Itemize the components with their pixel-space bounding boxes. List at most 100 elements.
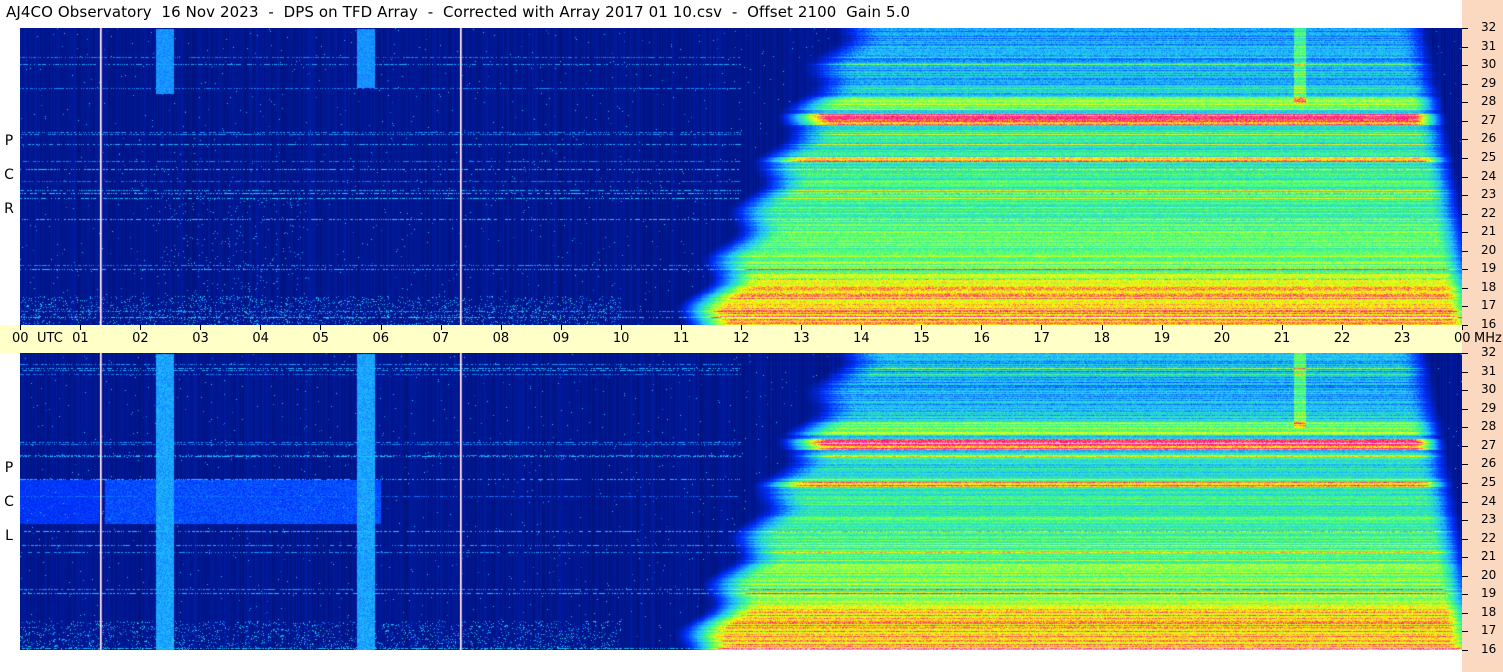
lcp-y-tick-mark-32 xyxy=(1462,353,1468,354)
x-tick-mark-11 xyxy=(680,325,682,330)
rcp-y-tick-mark-29 xyxy=(1462,83,1468,85)
rcp-y-tick-mark-28 xyxy=(1462,102,1468,104)
rcp-y-tick-label-23: 23 xyxy=(1481,187,1497,202)
rcp-y-tick-mark-16 xyxy=(1462,325,1468,326)
x-tick-label-4: 04 xyxy=(252,331,269,346)
rcp-y-tick-label-26: 26 xyxy=(1481,131,1497,146)
x-tick-mark-3 xyxy=(200,325,202,330)
x-tick-label-14: 14 xyxy=(853,331,870,346)
rcp-y-tick-mark-21 xyxy=(1462,232,1468,234)
lcp-y-tick-mark-20 xyxy=(1462,575,1468,577)
x-tick-label-12: 12 xyxy=(733,331,750,346)
lcp-y-tick-label-21: 21 xyxy=(1481,549,1497,564)
x-tick-label-16: 16 xyxy=(973,331,990,346)
lcp-y-tick-mark-29 xyxy=(1462,408,1468,410)
rcp-y-tick-mark-20 xyxy=(1462,250,1468,252)
spectrogram-rcp xyxy=(20,28,1462,325)
x-tick-label-9: 09 xyxy=(552,331,570,346)
x-tick-label-0: 00 xyxy=(12,331,29,346)
lcp-y-tick-mark-24 xyxy=(1462,501,1468,503)
spectrogram-rcp-canvas xyxy=(20,28,1462,325)
rcp-y-tick-mark-27 xyxy=(1462,120,1468,122)
lcp-y-tick-label-24: 24 xyxy=(1481,493,1497,508)
x-tick-mark-23 xyxy=(1401,325,1403,330)
lcp-y-tick-mark-23 xyxy=(1462,520,1468,522)
rcp-y-tick-label-25: 25 xyxy=(1481,149,1497,164)
pol-label-lcp-3: L xyxy=(5,528,13,544)
x-tick-mark-22 xyxy=(1341,325,1343,330)
rcp-y-tick-label-18: 18 xyxy=(1481,279,1497,294)
rcp-y-tick-mark-30 xyxy=(1462,65,1468,67)
rcp-y-tick-label-27: 27 xyxy=(1481,112,1497,127)
rcp-y-tick-mark-19 xyxy=(1462,269,1468,271)
rcp-y-tick-mark-25 xyxy=(1462,157,1468,159)
x-tick-mark-15 xyxy=(921,325,923,330)
x-tick-mark-9 xyxy=(560,325,562,330)
lcp-y-tick-label-23: 23 xyxy=(1481,512,1497,527)
rcp-y-tick-label-21: 21 xyxy=(1481,224,1497,239)
x-tick-mark-21 xyxy=(1281,325,1283,330)
rcp-y-tick-label-32: 32 xyxy=(1481,20,1497,34)
x-tick-mark-6 xyxy=(380,325,382,330)
lcp-y-tick-label-27: 27 xyxy=(1481,437,1497,452)
x-tick-mark-7 xyxy=(440,325,442,330)
x-tick-mark-17 xyxy=(1041,325,1043,330)
rcp-y-tick-label-19: 19 xyxy=(1481,261,1497,276)
lcp-y-tick-mark-26 xyxy=(1462,464,1468,466)
lcp-y-tick-mark-30 xyxy=(1462,390,1468,392)
x-tick-label-7: 07 xyxy=(432,331,450,346)
x-tick-label-22: 22 xyxy=(1333,331,1351,346)
lcp-y-tick-mark-19 xyxy=(1462,594,1468,596)
x-tick-label-24: 00 xyxy=(1454,331,1471,346)
x-tick-label-18: 18 xyxy=(1093,331,1111,346)
rcp-y-tick-label-20: 20 xyxy=(1481,242,1497,257)
lcp-y-tick-label-16: 16 xyxy=(1481,642,1497,656)
rcp-y-tick-mark-32 xyxy=(1462,28,1468,29)
lcp-y-tick-label-26: 26 xyxy=(1481,456,1497,471)
rcp-y-tick-mark-22 xyxy=(1462,213,1468,215)
pol-label-lcp-1: P xyxy=(4,460,14,476)
x-tick-label-21: 21 xyxy=(1273,331,1291,346)
x-tick-label-2: 02 xyxy=(132,331,149,346)
rcp-y-tick-label-17: 17 xyxy=(1481,298,1497,313)
lcp-y-tick-label-17: 17 xyxy=(1481,623,1497,638)
x-tick-mark-5 xyxy=(320,325,322,330)
rcp-y-tick-label-31: 31 xyxy=(1481,38,1497,53)
x-tick-mark-20 xyxy=(1221,325,1223,330)
x-tick-label-6: 06 xyxy=(372,331,390,346)
pol-label-rcp-2: C xyxy=(4,167,14,183)
spectrogram-lcp xyxy=(20,353,1462,650)
x-tick-mark-10 xyxy=(620,325,622,330)
rcp-y-tick-label-22: 22 xyxy=(1481,205,1497,220)
rcp-y-tick-mark-31 xyxy=(1462,46,1468,48)
lcp-y-tick-mark-28 xyxy=(1462,427,1468,429)
x-tick-mark-8 xyxy=(500,325,502,330)
pol-label-rcp-3: R xyxy=(4,201,14,217)
lcp-y-tick-label-30: 30 xyxy=(1481,382,1497,397)
x-tick-label-15: 15 xyxy=(913,331,930,346)
lcp-y-tick-label-28: 28 xyxy=(1481,419,1497,434)
x-tick-label-10: 10 xyxy=(612,331,630,346)
rcp-y-tick-label-29: 29 xyxy=(1481,75,1497,90)
x-tick-mark-0 xyxy=(20,325,21,330)
x-tick-mark-19 xyxy=(1161,325,1163,330)
x-tick-mark-13 xyxy=(801,325,803,330)
x-tick-label-17: 17 xyxy=(1033,331,1050,346)
x-axis-label: UTC xyxy=(37,331,63,346)
x-tick-label-3: 03 xyxy=(192,331,209,346)
rcp-y-tick-mark-18 xyxy=(1462,287,1468,289)
lcp-y-tick-mark-31 xyxy=(1462,371,1468,373)
rcp-y-tick-label-28: 28 xyxy=(1481,94,1497,109)
lcp-y-tick-mark-27 xyxy=(1462,445,1468,447)
lcp-y-tick-mark-17 xyxy=(1462,631,1468,633)
rcp-y-tick-mark-23 xyxy=(1462,195,1468,197)
lcp-y-tick-label-25: 25 xyxy=(1481,474,1497,489)
x-tick-label-8: 08 xyxy=(492,331,510,346)
rcp-y-tick-label-16: 16 xyxy=(1481,317,1497,331)
lcp-y-tick-mark-21 xyxy=(1462,557,1468,559)
rcp-y-tick-mark-17 xyxy=(1462,306,1468,308)
y-axis-unit-label: MHz xyxy=(1474,331,1502,346)
rcp-y-tick-mark-26 xyxy=(1462,139,1468,141)
lcp-y-tick-mark-16 xyxy=(1462,650,1468,651)
pol-label-lcp-2: C xyxy=(4,494,14,510)
